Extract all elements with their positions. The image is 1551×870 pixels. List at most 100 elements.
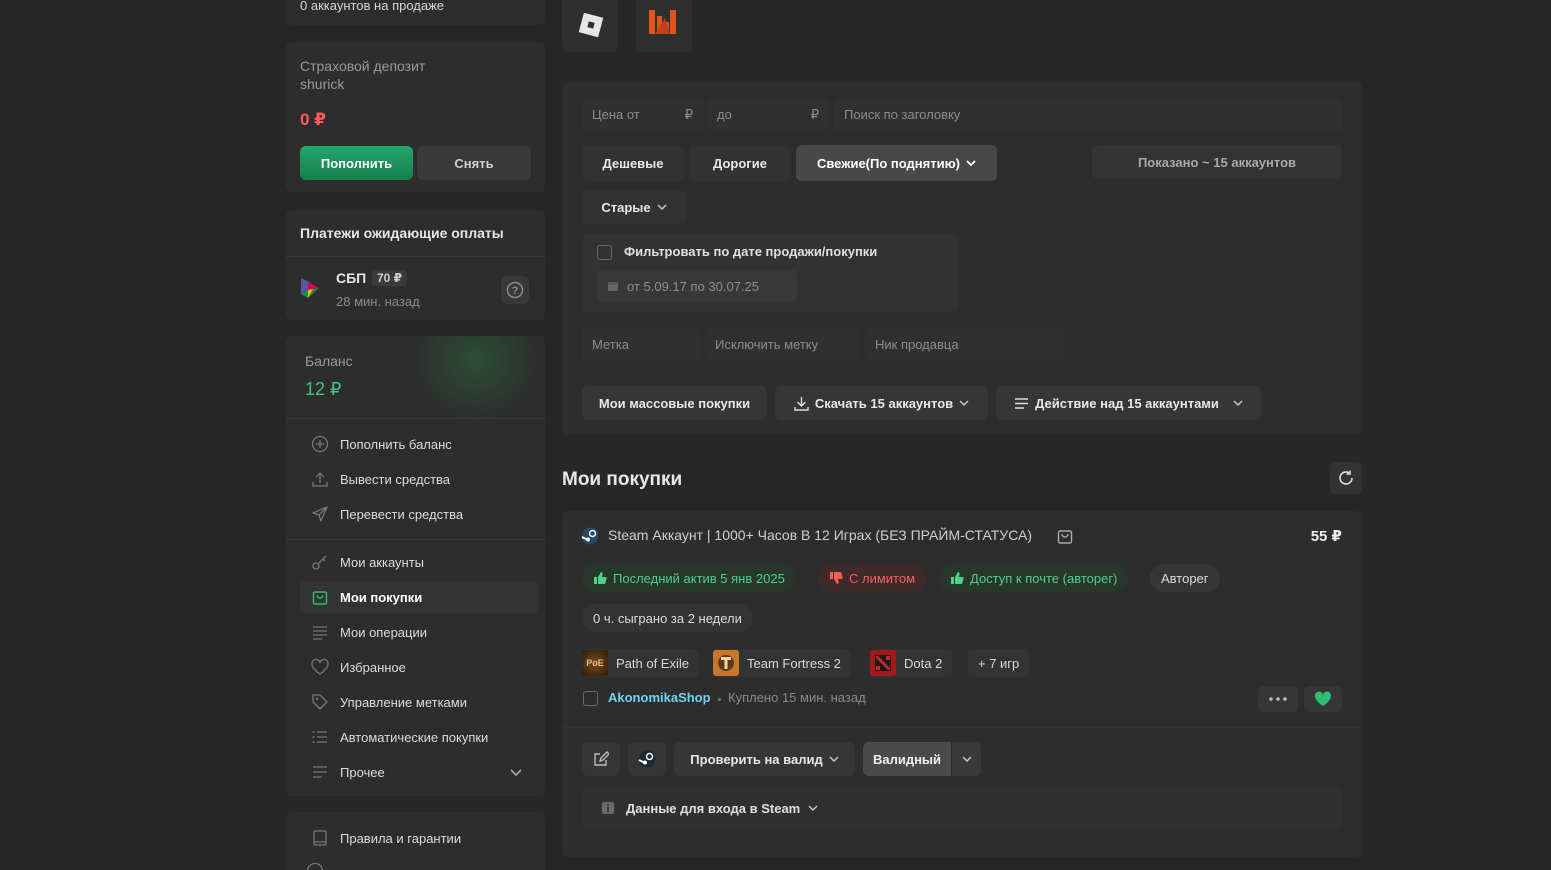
help-icon[interactable]: ? [501,276,529,304]
seller-link[interactable]: AkonomikaShop [608,690,711,705]
limit-tag: С лимитом [818,564,927,592]
refresh-button[interactable] [1330,462,1362,494]
seller-nick-placeholder: Ник продавца [875,337,959,352]
price-to-input[interactable]: до ₽ [707,98,829,131]
date-range-text: от 5.09.17 по 30.07.25 [627,278,759,294]
menu-rules[interactable]: Правила и гарантии [300,822,538,854]
warface-icon [648,8,680,38]
menu-transfer[interactable]: Перевести средства [300,498,538,530]
deposit-withdraw-button[interactable]: Снять [417,146,531,180]
chevron-down-icon [829,754,839,764]
favorite-button[interactable] [1304,686,1342,712]
check-valid-button[interactable]: Проверить на валид [674,742,855,776]
deposit-topup-button[interactable]: Пополнить [300,146,413,180]
menu-other[interactable]: Прочее [300,756,538,788]
mass-purchases-button[interactable]: Мои массовые покупки [582,386,767,420]
chevron-down-icon [959,398,969,408]
pending-divider [286,256,545,257]
sort-old-label: Старые [601,199,651,215]
mail-access-text: Доступ к почте (авторег) [970,570,1118,586]
balance-divider [286,418,545,419]
pending-payments-panel: Платежи ожидающие оплаты СБП 70 ₽ 28 мин… [286,210,545,320]
game-name: Path of Exile [616,655,689,671]
date-range-input[interactable]: от 5.09.17 по 30.07.25 [597,270,797,302]
pending-method: СБП [336,270,367,286]
purchase-title[interactable]: Steam Аккаунт | 1000+ Часов В 12 Играх (… [608,527,1032,543]
date-filter-checkbox[interactable] [597,245,612,260]
list-icon [300,623,340,641]
chevron-down-icon [962,754,972,764]
menu-lines-icon [1014,397,1029,410]
menu-item-label: Правила и гарантии [340,830,462,846]
filters-panel: Цена от ₽ до ₽ Поиск по заголовку Дешевы… [562,82,1362,435]
autoreg-tag: Авторег [1150,564,1220,592]
download-accounts-button[interactable]: Скачать 15 аккаунтов [775,386,988,420]
menu-item-label: Избранное [340,659,406,675]
menu-item-label: Мои покупки [340,589,423,605]
valid-status-button[interactable]: Валидный [863,742,951,776]
more-games-badge[interactable]: + 7 игр [968,649,1030,677]
plus-circle-icon [300,435,340,453]
purchases-title: Мои покупки [562,469,683,490]
roblox-icon [576,10,606,40]
valid-status-dropdown[interactable] [951,742,981,776]
roblox-filter-tile[interactable] [562,0,618,52]
currency-label: ₽ [684,106,693,122]
purchase-card: Steam Аккаунт | 1000+ Часов В 12 Играх (… [562,511,1362,857]
menu-item-label: Автоматические покупки [340,729,489,745]
sort-expensive-button[interactable]: Дорогие [689,145,791,181]
title-search-input[interactable]: Поиск по заголовку [834,98,1342,131]
login-data-section[interactable]: Данные для входа в Steam [582,786,1342,830]
download-label: Скачать 15 аккаунтов [814,395,954,411]
tag-placeholder: Метка [592,337,629,352]
game-path-of-exile: PoE Path of Exile [582,649,699,677]
menu-item-label: Мои операции [340,624,428,640]
calendar-icon [607,280,619,292]
deposit-panel: Страховой депозит shurick 0 ₽ Пополнить … [286,42,545,192]
login-data-label: Данные для входа в Steam [626,800,801,816]
bulk-action-button[interactable]: Действие над 15 аккаунтами [996,386,1261,420]
menu-my-accounts[interactable]: Мои аккаунты [300,546,538,578]
menu-item-label: Мои аккаунты [340,554,425,570]
price-to-placeholder: до [717,107,732,122]
sort-cheap-button[interactable]: Дешевые [582,145,684,181]
menu-withdraw[interactable]: Вывести средства [300,463,538,495]
menu-item-label: Управление метками [340,694,467,710]
game-name: Dota 2 [904,655,943,671]
menu-auto-purchases[interactable]: Автоматические покупки [300,721,538,753]
chevron-down-icon [510,766,522,778]
pending-amount-badge: 70 ₽ [372,270,408,286]
accounts-on-sale-text: 0 аккаунтов на продаже [300,0,445,13]
game-dota-2: Dota 2 [870,649,953,677]
deposit-user: shurick [300,76,345,92]
menu-divider [286,539,545,540]
warface-filter-tile[interactable] [636,0,692,52]
select-purchase-checkbox[interactable] [583,691,598,706]
accounts-on-sale-panel: 0 аккаунтов на продаже [286,0,545,25]
more-icon [306,862,324,870]
seller-nick-input[interactable]: Ник продавца [865,328,1064,361]
steam-open-button[interactable] [628,742,666,776]
purchase-price: 55 ₽ [1310,528,1342,545]
menu-manage-tags[interactable]: Управление метками [300,686,538,718]
last-active-text: Последний актив 5 янв 2025 [613,570,785,586]
pending-time: 28 мин. назад [336,294,420,309]
sort-fresh-button[interactable]: Свежие(По поднятию) [796,145,997,181]
more-options-button[interactable] [1258,686,1298,712]
price-from-input[interactable]: Цена от ₽ [582,98,703,131]
exclude-tag-input[interactable]: Исключить метку [705,328,860,361]
menu-my-operations[interactable]: Мои операции [300,616,538,648]
menu-topup-balance[interactable]: Пополнить баланс [300,428,538,460]
tag-input[interactable]: Метка [582,328,701,361]
path-of-exile-icon: PoE [582,650,608,676]
ellipsis-icon [1269,697,1287,701]
edit-button[interactable] [582,742,620,776]
menu-favorites[interactable]: Избранное [300,651,538,683]
deposit-title: Страховой депозит [300,58,426,74]
rules-panel: Правила и гарантии [286,812,545,870]
refresh-icon [1337,469,1355,487]
sort-old-button[interactable]: Старые [582,190,686,224]
exclude-tag-placeholder: Исключить метку [715,337,819,352]
menu-my-purchases[interactable]: Мои покупки [300,581,538,613]
shown-count-badge: Показано ~ 15 аккаунтов [1092,145,1342,179]
